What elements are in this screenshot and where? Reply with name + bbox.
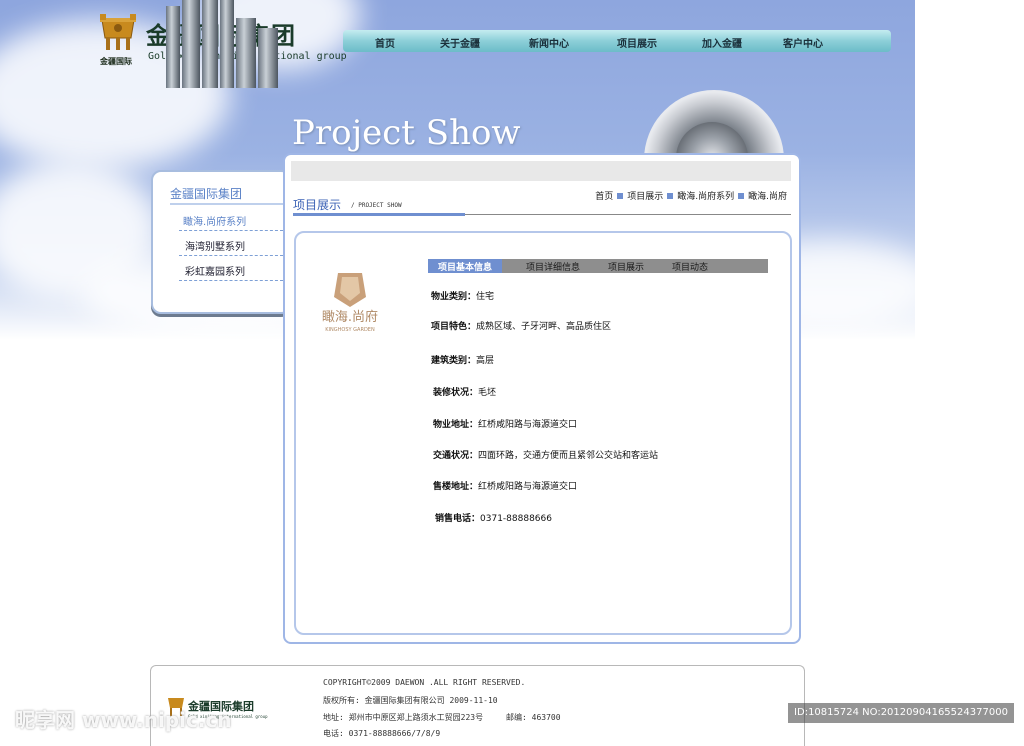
- nav-home[interactable]: 首页: [375, 35, 395, 50]
- sidebar-item-haiwan[interactable]: 海湾别墅系列: [185, 238, 245, 253]
- panel-header-bar: [291, 161, 791, 181]
- tab-project-show[interactable]: 项目展示: [608, 260, 644, 273]
- sidebar-separator: [179, 255, 283, 256]
- info-row: 物业地址：红桥咸阳路与海源道交口: [433, 420, 578, 430]
- breadcrumb: 首页 项目展示 瞰海.尚府系列 瞰海.尚府: [595, 189, 787, 202]
- main-nav: 首页 关于金疆 新闻中心 项目展示 加入金疆 客户中心: [343, 30, 891, 52]
- breadcrumb-separator-icon: [617, 193, 624, 199]
- tab-project-news[interactable]: 项目动态: [672, 260, 708, 273]
- footer: 金疆国际集团 Gold xinjiang international group…: [150, 665, 805, 746]
- tab-detail-info[interactable]: 项目详细信息: [526, 260, 580, 273]
- nav-projects[interactable]: 项目展示: [617, 35, 657, 50]
- watermark-left: 昵享网 www.nipic.cn: [15, 708, 232, 732]
- brand-small-label: 金疆国际: [100, 57, 132, 66]
- breadcrumb-item: 瞰海.尚府: [748, 192, 787, 202]
- sidebar: 金疆国际集团 瞰海.尚府系列 海湾别墅系列 彩虹嘉园系列: [151, 170, 291, 314]
- nav-news[interactable]: 新闻中心: [529, 35, 569, 50]
- breadcrumb-separator-icon: [738, 193, 745, 199]
- info-row: 建筑类别：高层: [431, 356, 495, 366]
- footer-owner: 版权所有: 金疆国际集团有限公司 2009-11-10: [323, 696, 498, 705]
- main-panel: 首页 项目展示 瞰海.尚府系列 瞰海.尚府 项目展示 / PROJECT SHOW 瞰…: [283, 153, 801, 644]
- sidebar-separator: [179, 230, 283, 231]
- product-logo-en: KINGHOSY GARDEN: [325, 327, 375, 333]
- sidebar-title: 金疆国际集团: [170, 187, 243, 201]
- section-title: 项目展示: [293, 198, 342, 212]
- project-info-box: 瞰海.尚府 KINGHOSY GARDEN 项目基本信息 项目详细信息 项目展示…: [294, 231, 792, 635]
- footer-postcode: 邮编: 463700: [506, 713, 561, 722]
- sidebar-divider: [170, 203, 286, 205]
- hero-title: Project Show: [292, 113, 521, 153]
- nav-about[interactable]: 关于金疆: [440, 35, 480, 50]
- info-row: 物业类别：住宅: [431, 292, 495, 302]
- info-row: 装修状况：毛坯: [433, 388, 497, 398]
- sidebar-separator: [179, 280, 283, 281]
- footer-phone: 电话: 0371-88888666/7/8/9: [323, 729, 441, 738]
- info-tabs: 项目基本信息 项目详细信息 项目展示 项目动态: [428, 259, 768, 273]
- info-row: 交通状况：四面环路，交通方便而且紧邻公交站和客运站: [433, 451, 659, 461]
- breadcrumb-item[interactable]: 项目展示: [627, 192, 663, 202]
- section-subtitle: / PROJECT SHOW: [351, 202, 402, 209]
- breadcrumb-separator-icon: [667, 193, 674, 199]
- info-row: 项目特色：成熟区域、子牙河畔、高品质住区: [431, 322, 612, 332]
- tab-basic-info[interactable]: 项目基本信息: [428, 259, 503, 273]
- nav-clients[interactable]: 客户中心: [783, 35, 823, 50]
- sidebar-item-caihong[interactable]: 彩虹嘉园系列: [185, 263, 245, 278]
- watermark-id: ID:10815724 NO:20120904165524377000: [788, 703, 1014, 723]
- section-rule: [465, 214, 791, 215]
- product-logo-name: 瞰海.尚府: [322, 310, 378, 325]
- product-logo-icon: 瞰海.尚府 KINGHOSY GARDEN: [322, 273, 378, 333]
- cauldron-logo-icon: [100, 14, 136, 50]
- info-row: 售楼地址：红桥咸阳路与海源道交口: [433, 482, 578, 492]
- info-row: 销售电话：0371-88888666: [435, 514, 552, 524]
- breadcrumb-item[interactable]: 瞰海.尚府系列: [677, 192, 734, 202]
- breadcrumb-item[interactable]: 首页: [595, 192, 613, 202]
- section-underline: [293, 213, 465, 216]
- nav-join[interactable]: 加入金疆: [702, 35, 742, 50]
- sidebar-item-kanhai[interactable]: 瞰海.尚府系列: [183, 213, 246, 228]
- footer-copyright: COPYRIGHT©2009 DAEWON .ALL RIGHT RESERVE…: [323, 678, 526, 687]
- footer-address: 地址: 郑州市中原区郑上路须水工贸园223号: [323, 713, 484, 722]
